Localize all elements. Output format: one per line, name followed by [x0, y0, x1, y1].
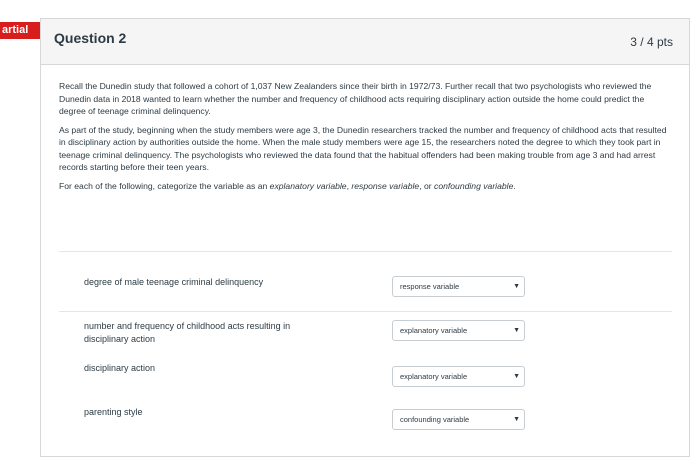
variable-label: disciplinary action: [84, 363, 156, 373]
page: artial Question 2 3 / 4 pts Recall the D…: [0, 0, 700, 457]
chevron-down-icon: ▼: [513, 283, 520, 290]
instruction-text: .: [513, 180, 516, 191]
matching-row: parenting style confounding variable ▼: [59, 401, 672, 446]
select-value: explanatory variable: [400, 372, 468, 381]
variable-category-select[interactable]: explanatory variable ▼: [392, 320, 525, 341]
matching-list: degree of male teenage criminal delinque…: [59, 251, 672, 451]
question-instruction: For each of the following, categorize th…: [59, 180, 669, 193]
variable-label: number and frequency of childhood acts r…: [84, 321, 291, 344]
question-card: Question 2 3 / 4 pts Recall the Dunedin …: [40, 18, 690, 457]
select-value: explanatory variable: [400, 326, 468, 335]
question-title: Question 2: [54, 30, 127, 46]
question-points: 3 / 4 pts: [630, 35, 673, 49]
variable-category-select[interactable]: explanatory variable ▼: [392, 366, 525, 387]
select-value: confounding variable: [400, 415, 470, 424]
instruction-text: For each of the following, categorize th…: [59, 180, 270, 191]
variable-category-select[interactable]: response variable ▼: [392, 276, 525, 297]
question-paragraph-1: Recall the Dunedin study that followed a…: [59, 81, 652, 116]
instruction-term: confounding variable: [434, 180, 514, 191]
variable-label: degree of male teenage criminal delinque…: [84, 277, 264, 287]
instruction-term: response variable: [351, 180, 420, 191]
question-text: Recall the Dunedin study that followed a…: [59, 80, 669, 198]
matching-row: disciplinary action explanatory variable…: [59, 356, 672, 401]
matching-row: number and frequency of childhood acts r…: [59, 311, 672, 356]
chevron-down-icon: ▼: [513, 327, 520, 334]
select-value: response variable: [400, 282, 460, 291]
instruction-text: , or: [419, 180, 435, 191]
question-paragraph-2: As part of the study, beginning when the…: [59, 124, 667, 173]
variable-label: parenting style: [84, 407, 143, 417]
matching-row: degree of male teenage criminal delinque…: [59, 251, 672, 297]
question-header: Question 2 3 / 4 pts: [41, 19, 689, 65]
instruction-term: explanatory variable: [269, 180, 347, 191]
chevron-down-icon: ▼: [513, 416, 520, 423]
chevron-down-icon: ▼: [513, 373, 520, 380]
variable-category-select[interactable]: confounding variable ▼: [392, 409, 525, 430]
